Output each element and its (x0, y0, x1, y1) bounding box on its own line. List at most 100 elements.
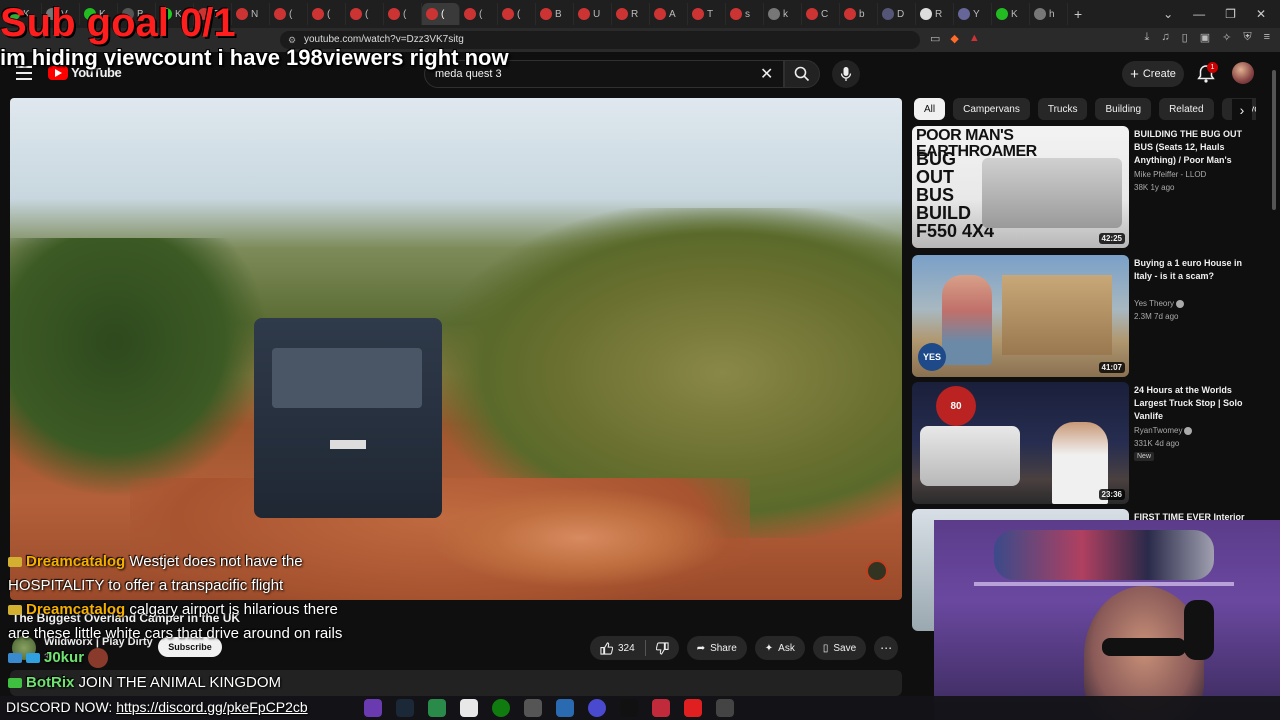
channel-name[interactable]: Mike Pfeiffer - LLOD (1134, 170, 1206, 179)
new-badge: New (1134, 452, 1155, 461)
video-title[interactable]: Buying a 1 euro House in Italy - is it a… (1134, 257, 1258, 283)
chat-message: are these little white cars that drive a… (8, 622, 342, 646)
channel-name[interactable]: Yes Theory (1134, 299, 1185, 308)
browser-tab[interactable]: ( (384, 3, 422, 25)
tiktok-icon[interactable] (620, 699, 638, 717)
dislike-button[interactable] (646, 636, 679, 660)
video-thumbnail[interactable]: YES 41:07 (912, 255, 1129, 377)
ask-button[interactable]: ✦ Ask (754, 636, 805, 660)
app-icon[interactable] (364, 699, 382, 717)
browser-tab[interactable]: A (650, 3, 688, 25)
discord-label: DISCORD NOW: (6, 699, 113, 715)
vpn-icon[interactable]: ⛨ (1243, 31, 1251, 44)
browser-tab[interactable]: D (878, 3, 916, 25)
app-icon[interactable] (428, 699, 446, 717)
recommended-video[interactable]: YES 41:07 Buying a 1 euro House in Italy… (912, 255, 1262, 377)
chat-username: J0kur (44, 649, 85, 666)
brave-shield-icon[interactable]: ◆ (950, 32, 958, 45)
create-button[interactable]: + Create (1122, 61, 1184, 87)
browser-tab[interactable]: R (916, 3, 954, 25)
browser-tab[interactable]: s (726, 3, 764, 25)
browser-tab[interactable]: ( (308, 3, 346, 25)
browser-tab[interactable]: C (802, 3, 840, 25)
restore-icon[interactable]: ❐ (1225, 7, 1236, 21)
browser-tab[interactable]: ( (270, 3, 308, 25)
save-label: Save (833, 642, 857, 654)
filter-chip[interactable]: Related (1159, 98, 1214, 120)
tab-favicon-icon (1034, 8, 1046, 20)
truck-windshield (272, 348, 422, 408)
menu-icon[interactable]: ≡ (1264, 31, 1270, 44)
browser-tab[interactable]: ( (346, 3, 384, 25)
save-button[interactable]: ▯ Save (812, 636, 867, 660)
app-icon[interactable] (556, 699, 574, 717)
account-avatar[interactable] (1232, 62, 1254, 84)
browser-tab[interactable]: U (574, 3, 612, 25)
recommended-video[interactable]: POOR MAN'S EARTHROAMER BUG OUT BUS BUILD… (912, 126, 1262, 248)
chevron-right-icon[interactable]: › (1232, 99, 1252, 121)
clear-search-icon[interactable]: ✕ (760, 64, 773, 84)
browser-tab[interactable]: ( (422, 3, 460, 25)
tab-label: Y (973, 8, 980, 20)
media-icon[interactable]: ♫ (1161, 31, 1169, 44)
tab-label: ( (517, 8, 521, 20)
minimize-icon[interactable]: — (1193, 7, 1205, 21)
video-thumbnail[interactable]: 80 23:36 (912, 382, 1129, 504)
downloads-icon[interactable]: ⤓ (1145, 31, 1150, 44)
video-thumbnail[interactable]: POOR MAN'S EARTHROAMER BUG OUT BUS BUILD… (912, 126, 1129, 248)
brave-rewards-icon[interactable]: ▲ (969, 32, 980, 45)
install-app-icon[interactable]: ▭ (930, 32, 940, 45)
video-actions: 324 ➦ Share ✦ Ask ▯ Save ⋯ (590, 636, 899, 660)
browser-tab[interactable]: N (232, 3, 270, 25)
new-tab-icon[interactable]: + (1074, 6, 1082, 22)
app-icon[interactable] (460, 699, 478, 717)
search-button[interactable] (784, 60, 820, 88)
channel-name-text: RyanTwomey (1134, 426, 1183, 435)
app-icon[interactable] (588, 699, 606, 717)
video-player[interactable] (10, 98, 902, 600)
browser-tab[interactable]: T (688, 3, 726, 25)
steam-icon[interactable] (396, 699, 414, 717)
voice-search-button[interactable] (832, 60, 860, 88)
scrollbar-thumb[interactable] (1272, 70, 1276, 210)
thumbnail-van (920, 426, 1020, 486)
page-scrollbar[interactable] (1270, 60, 1278, 220)
chat-message: Dreamcatalog Westjet does not have the (8, 550, 303, 574)
browser-tab[interactable]: Y (954, 3, 992, 25)
channel-name[interactable]: RyanTwomey (1134, 426, 1193, 435)
video-title[interactable]: BUILDING THE BUG OUT BUS (Seats 12, Haul… (1134, 128, 1258, 168)
browser-tab[interactable]: h (1030, 3, 1068, 25)
xbox-icon[interactable] (492, 699, 510, 717)
video-title[interactable]: 24 Hours at the Worlds Largest Truck Sto… (1134, 384, 1258, 423)
share-button[interactable]: ➦ Share (686, 636, 747, 660)
browser-tab[interactable]: B (536, 3, 574, 25)
browser-tab[interactable]: R (612, 3, 650, 25)
like-button[interactable]: 324 (590, 636, 645, 660)
filter-chips: AllCampervansTrucksBuildingRelatedFor yo… (914, 98, 1256, 122)
filter-chip[interactable]: All (914, 98, 946, 120)
video-duration: 41:07 (1098, 362, 1125, 373)
wallet-icon[interactable]: ▣ (1200, 31, 1210, 44)
app-icon[interactable] (684, 699, 702, 717)
filter-chip[interactable]: Campervans (953, 98, 1030, 120)
browser-tab[interactable]: ( (498, 3, 536, 25)
chat-text: Westjet does not have the (129, 553, 303, 570)
filter-chip[interactable]: Building (1095, 98, 1152, 120)
channel-watermark-icon[interactable] (866, 560, 888, 582)
browser-tab[interactable]: b (840, 3, 878, 25)
browser-tab[interactable]: k (764, 3, 802, 25)
filter-chip[interactable]: Trucks (1037, 98, 1088, 120)
sidebar-icon[interactable]: ▯ (1182, 31, 1188, 44)
extensions-icon[interactable]: ✧ (1222, 31, 1231, 44)
app-icon[interactable] (716, 699, 734, 717)
more-actions-icon[interactable]: ⋯ (874, 636, 899, 660)
tab-search-icon[interactable]: ⌄ (1163, 7, 1173, 21)
app-icon[interactable] (524, 699, 542, 717)
close-window-icon[interactable]: ✕ (1256, 7, 1266, 21)
like-dislike-group: 324 (590, 636, 679, 660)
recommended-video[interactable]: 80 23:36 24 Hours at the Worlds Largest … (912, 382, 1262, 504)
browser-tab[interactable]: ( (460, 3, 498, 25)
browser-tab[interactable]: K (992, 3, 1030, 25)
app-icon[interactable] (652, 699, 670, 717)
chat-username: BotRix (26, 674, 75, 691)
